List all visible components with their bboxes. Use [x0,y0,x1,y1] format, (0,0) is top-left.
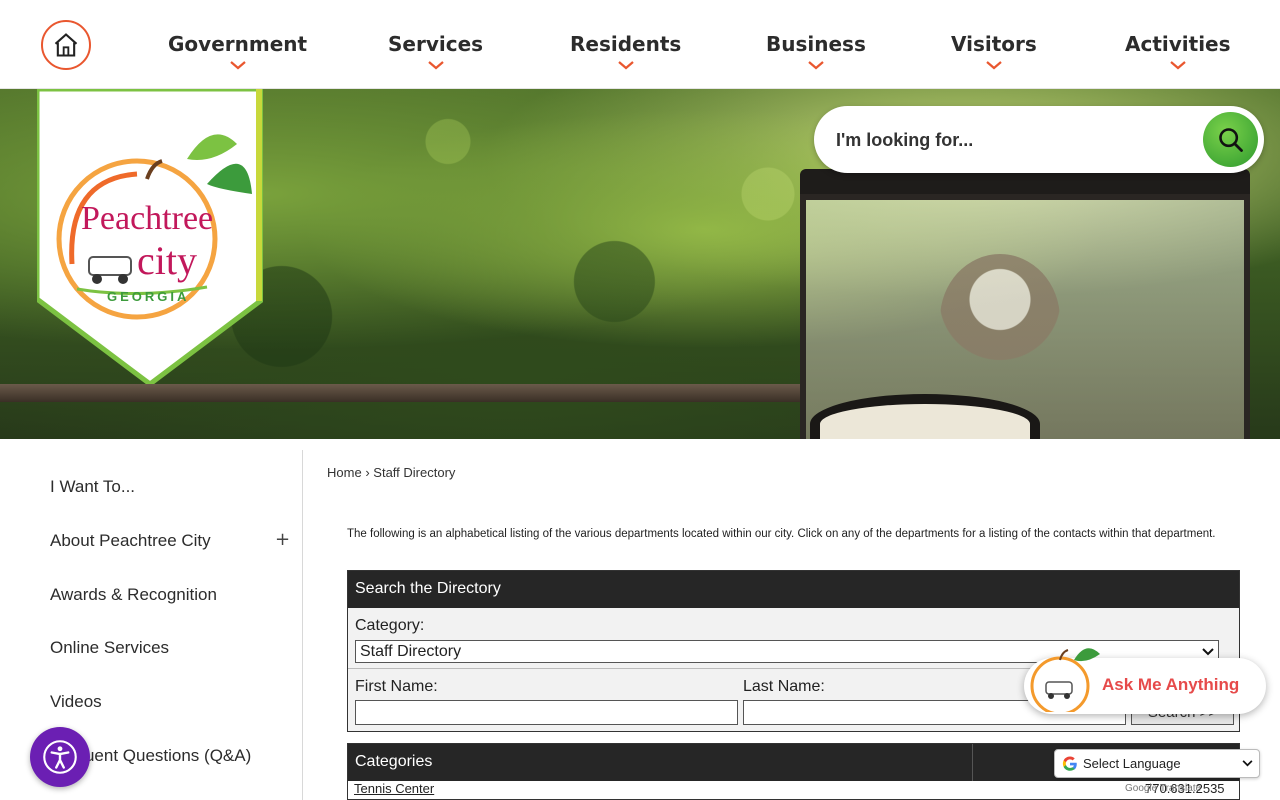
accessibility-button[interactable] [30,727,90,787]
chevron-down-icon [617,61,634,70]
sidebar-item-online-services[interactable]: Online Services [50,638,169,658]
breadcrumb: Home › Staff Directory [327,465,455,480]
nav-item-government[interactable]: Government [168,0,307,89]
table-row: Tennis Center [348,781,1239,796]
search-button[interactable] [1203,112,1258,167]
search-icon [1218,127,1243,152]
nav-label: Business [766,32,866,56]
search-input[interactable] [836,126,1196,154]
chevron-down-icon [427,61,444,70]
nav-item-activities[interactable]: Activities [1125,0,1231,89]
logo-name-line1: Peachtree [81,200,213,237]
site-search [814,106,1264,173]
accessibility-icon [43,740,77,774]
main-nav: Government Services Residents Business Visit… [140,0,1260,89]
language-select[interactable]: Select Language [1054,749,1260,778]
nav-label: Activities [1125,32,1231,56]
expand-about-button[interactable]: + [275,529,290,550]
chevron-down-icon [808,61,824,70]
ask-me-anything-widget[interactable]: Ask Me Anything [1024,648,1266,714]
peach-cart-icon [1030,648,1100,712]
peachtree-city-logo[interactable]: Peachtree city GEORGIA [37,89,263,384]
chevron-down-icon [229,61,246,70]
golf-cart-image [780,169,1260,439]
google-g-icon [1062,756,1077,771]
chevron-down-icon [1202,647,1214,655]
sidebar-item-about[interactable]: About Peachtree City [50,531,211,551]
directory-search-title: Search the Directory [348,571,1239,608]
ask-me-anything-label: Ask Me Anything [1102,675,1240,694]
sidebar-item-awards[interactable]: Awards & Recognition [50,585,217,605]
first-name-input[interactable] [355,700,738,725]
nav-item-visitors[interactable]: Visitors [951,0,1037,89]
category-label: Category: [355,617,425,634]
sidebar-item-i-want-to[interactable]: I Want To... [50,477,135,497]
categories-header-label: Categories [348,744,973,781]
intro-text: The following is an alphabetical listing… [347,528,1216,540]
logo-state: GEORGIA [107,289,189,304]
breadcrumb-current: Staff Directory [373,465,456,480]
nav-label: Visitors [951,32,1037,56]
home-icon [54,33,78,57]
breadcrumb-separator: › [365,465,370,480]
category-select-value: Staff Directory [360,642,462,660]
logo-name-line2: city [137,238,197,283]
chevron-down-icon [1242,760,1253,767]
nav-item-business[interactable]: Business [766,0,866,89]
chevron-down-icon [986,61,1002,70]
nav-item-services[interactable]: Services [388,0,483,89]
powered-by-google-translate: Google Translate [1125,783,1202,794]
chevron-down-icon [1170,61,1186,70]
nav-label: Government [168,32,308,56]
nav-label: Residents [570,32,682,56]
last-name-label: Last Name: [743,678,825,695]
top-navigation-bar: Government Services Residents Business Visit… [0,0,1280,89]
sidebar-item-videos[interactable]: Videos [50,692,102,712]
nav-item-residents[interactable]: Residents [570,0,681,89]
banner-railing-image [0,384,800,402]
nav-label: Services [388,32,484,56]
first-name-label: First Name: [355,678,438,695]
sidebar-divider [302,450,303,800]
category-link-tennis-center[interactable]: Tennis Center [354,781,434,796]
language-select-label: Select Language [1083,756,1181,771]
breadcrumb-home-link[interactable]: Home [327,465,362,480]
home-button[interactable] [41,20,91,70]
